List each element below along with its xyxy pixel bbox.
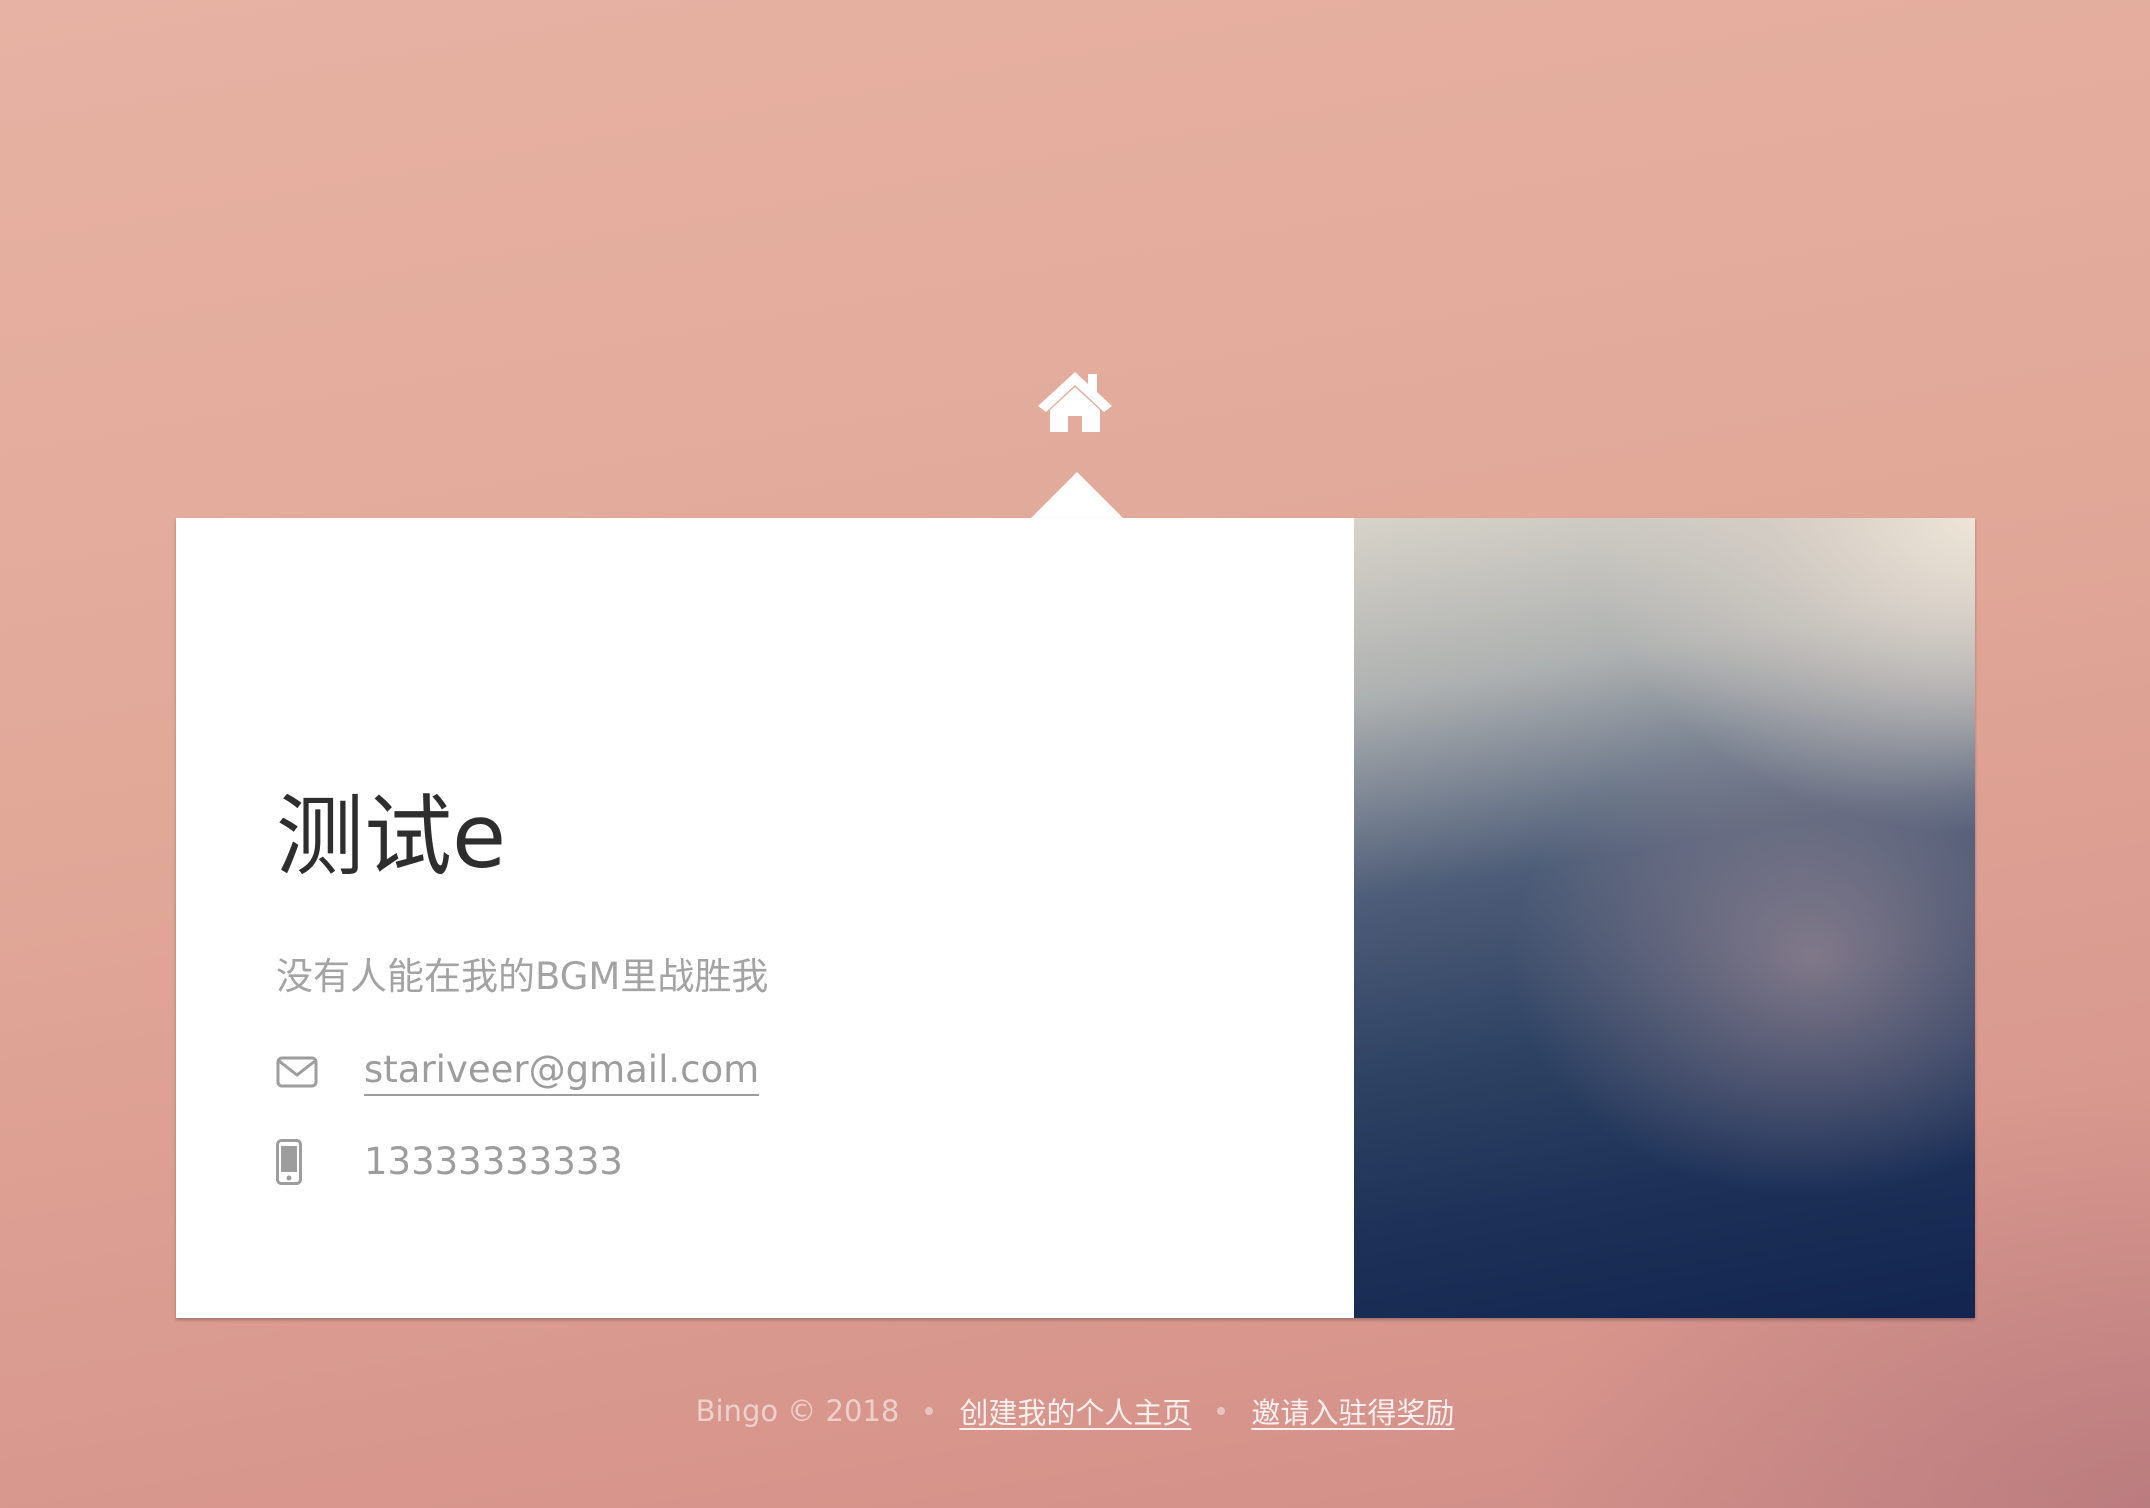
create-homepage-link[interactable]: 创建我的个人主页 xyxy=(959,1390,1191,1432)
home-icon xyxy=(1038,372,1112,432)
cover-image xyxy=(1354,518,1975,1318)
footer: Bingo © 2018 创建我的个人主页 邀请入驻得奖励 xyxy=(0,1390,2150,1432)
home-button[interactable] xyxy=(1036,368,1114,434)
profile-name: 测试e xyxy=(276,785,507,888)
profile-tagline: 没有人能在我的BGM里战胜我 xyxy=(276,955,769,998)
envelope-icon xyxy=(276,1050,320,1094)
footer-separator xyxy=(1217,1407,1226,1415)
profile-card: 测试e 没有人能在我的BGM里战胜我 stariveer@gmail.com 1… xyxy=(176,518,1975,1318)
email-row: stariveer@gmail.com xyxy=(276,1048,760,1097)
footer-separator xyxy=(925,1407,934,1415)
mobile-phone-icon xyxy=(276,1139,320,1186)
phone-number: 13333333333 xyxy=(364,1140,623,1183)
phone-row: 13333333333 xyxy=(276,1139,623,1186)
email-link[interactable]: stariveer@gmail.com xyxy=(364,1048,760,1097)
copyright-text: Bingo © 2018 xyxy=(695,1394,900,1428)
card-pointer xyxy=(1031,472,1123,518)
profile-info-panel: 测试e 没有人能在我的BGM里战胜我 stariveer@gmail.com 1… xyxy=(176,518,1354,1318)
invite-reward-link[interactable]: 邀请入驻得奖励 xyxy=(1251,1390,1454,1432)
